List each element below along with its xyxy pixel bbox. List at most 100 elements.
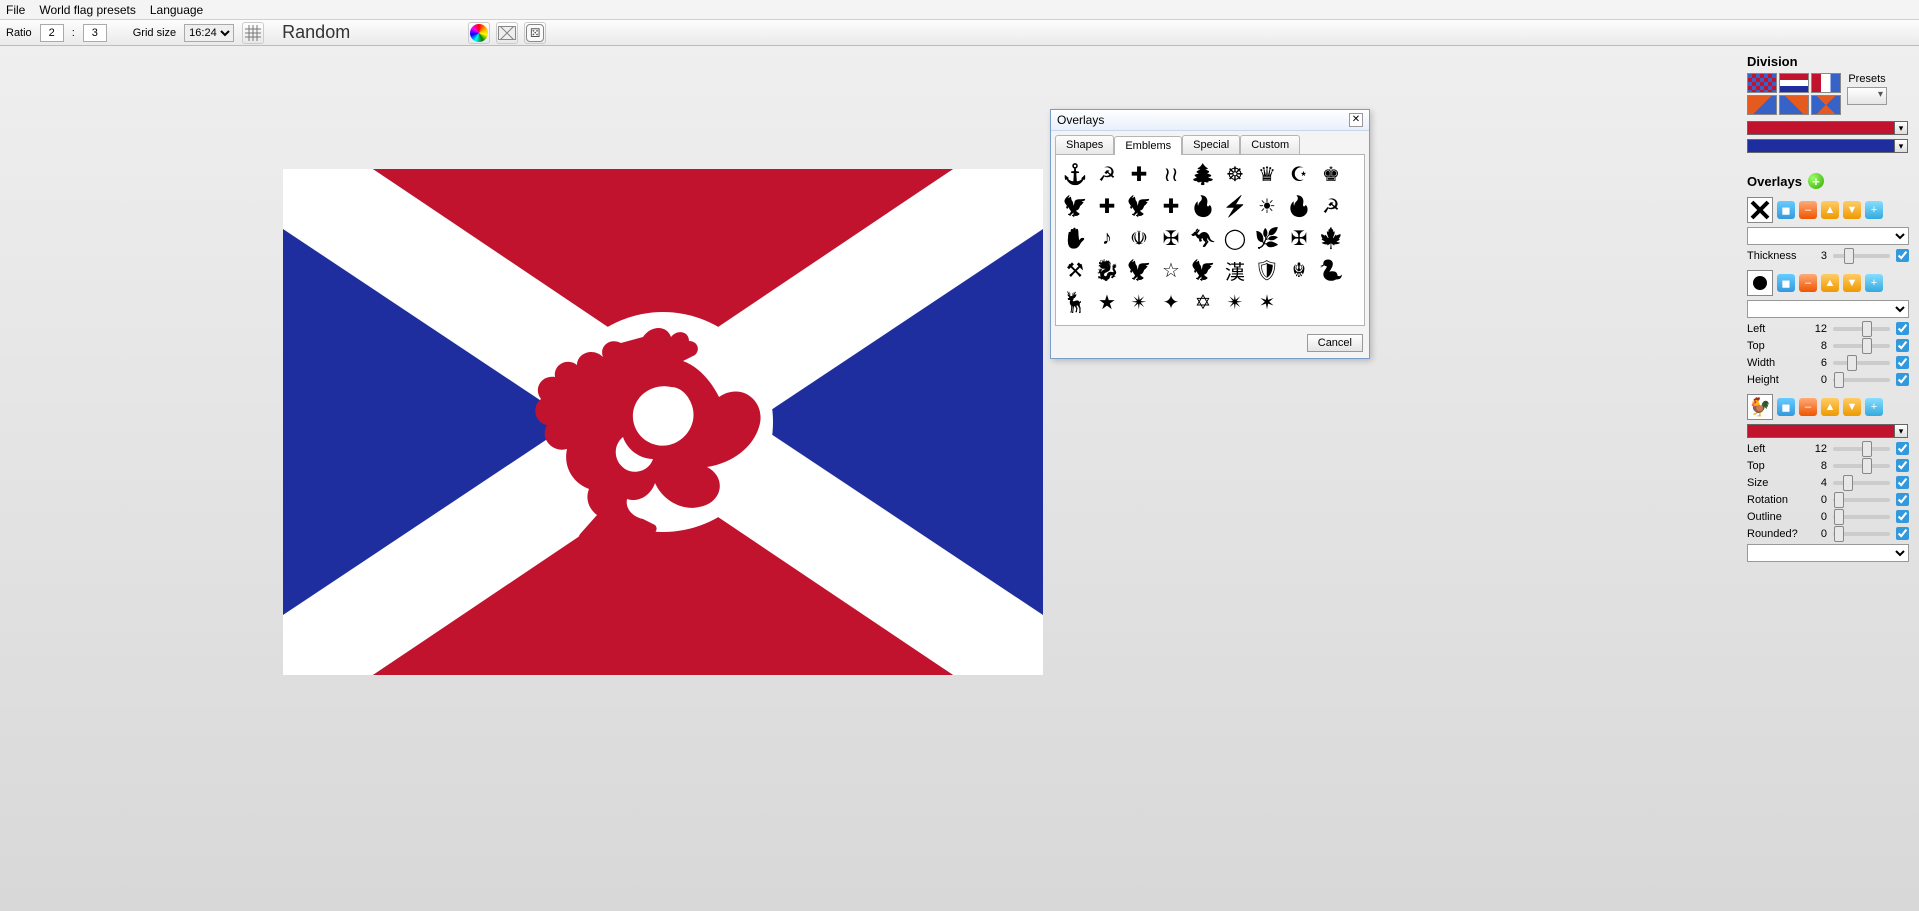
menu-language[interactable]: Language	[150, 3, 203, 17]
prop3-left-slider[interactable]	[1833, 447, 1890, 451]
emblem-harp[interactable]: ♪	[1092, 223, 1122, 253]
overlay-thumb-saltire[interactable]	[1747, 197, 1773, 223]
division-preset-hstripes[interactable]	[1779, 73, 1809, 93]
add-overlay-button[interactable]: +	[1808, 173, 1824, 189]
emblem-eagle-spread[interactable]: 🦅	[1188, 255, 1218, 285]
prop3-rot-slider[interactable]	[1833, 498, 1890, 502]
emblem-shield[interactable]: 🛡	[1252, 255, 1282, 285]
prop-top-check[interactable]	[1896, 339, 1909, 352]
emblem-torch[interactable]: 🔥	[1284, 191, 1314, 221]
prop3-round-check[interactable]	[1896, 527, 1909, 540]
emblem-hand-palm[interactable]: ✋	[1060, 223, 1090, 253]
menu-world-presets[interactable]: World flag presets	[39, 3, 136, 17]
emblem-reichsadler[interactable]: 🦅	[1124, 255, 1154, 285]
emblem-star-outline[interactable]: ☆	[1156, 255, 1186, 285]
overlay-delete-button[interactable]: –	[1799, 201, 1817, 219]
division-color-2[interactable]: ▾	[1747, 139, 1895, 153]
emblem-star-4[interactable]: ✦	[1156, 287, 1186, 317]
emblem-fern[interactable]: 🌿	[1252, 223, 1282, 253]
division-preset-diag2[interactable]	[1779, 95, 1809, 115]
emblem-cross-pattee[interactable]: ✠	[1156, 223, 1186, 253]
emblem-khanda[interactable]: ☬	[1284, 255, 1314, 285]
emblem-star-6[interactable]: ✶	[1252, 287, 1282, 317]
ratio-width-input[interactable]	[40, 24, 64, 42]
overlay-movedown-button[interactable]: ▼	[1843, 398, 1861, 416]
emblem-crown-imperial[interactable]: ♚	[1316, 159, 1346, 189]
prop3-left-check[interactable]	[1896, 442, 1909, 455]
emblem-star-5[interactable]: ★	[1092, 287, 1122, 317]
emblem-eagle-heraldic[interactable]: 🦅	[1060, 191, 1090, 221]
overlay-movedown-button[interactable]: ▼	[1843, 274, 1861, 292]
gridsize-select[interactable]: 16:24	[184, 24, 234, 42]
prop-left-slider[interactable]	[1833, 327, 1890, 331]
emblem-iran-emblem[interactable]: ☫	[1124, 223, 1154, 253]
palette-button[interactable]	[468, 22, 490, 44]
emblem-hammer-sickle[interactable]: ☭	[1092, 159, 1122, 189]
division-color-1[interactable]: ▾	[1747, 121, 1895, 135]
division-preset-saltire[interactable]	[1811, 95, 1841, 115]
emblem-anchor[interactable]: ⚓	[1060, 159, 1090, 189]
emblem-cross-bold[interactable]: ✚	[1092, 191, 1122, 221]
emblem-dragon[interactable]: 🐉	[1092, 255, 1122, 285]
emblem-cjk-text[interactable]: 漢	[1220, 255, 1250, 285]
division-preset-solid[interactable]	[1747, 73, 1777, 93]
overlay-thumb-rooster[interactable]: 🐓	[1747, 394, 1773, 420]
emblem-star-of-david[interactable]: ✡	[1188, 287, 1218, 317]
emblem-maple-leaf[interactable]: 🍁	[1316, 223, 1346, 253]
tab-special[interactable]: Special	[1182, 135, 1240, 154]
emblem-laurel-branches[interactable]: ≀≀	[1156, 159, 1186, 189]
emblem-flame[interactable]: 🔥	[1188, 191, 1218, 221]
prop3-out-slider[interactable]	[1833, 515, 1890, 519]
emblem-hammer-sickle-2[interactable]: ☭	[1316, 191, 1346, 221]
overlay-add-button[interactable]: +	[1865, 274, 1883, 292]
emblem-kangaroo[interactable]: 🦘	[1188, 223, 1218, 253]
overlay-moveup-button[interactable]: ▲	[1821, 201, 1839, 219]
emblem-laurel-wreath[interactable]: ◯	[1220, 223, 1250, 253]
prop3-round-slider[interactable]	[1833, 532, 1890, 536]
prop-width-check[interactable]	[1896, 356, 1909, 369]
prop3-top-check[interactable]	[1896, 459, 1909, 472]
emblem-star-7[interactable]: ✴	[1220, 287, 1250, 317]
emblem-springbok[interactable]: 🦌	[1060, 287, 1090, 317]
prop-left-check[interactable]	[1896, 322, 1909, 335]
thickness-slider[interactable]: .slider::after{left:var(--p,10%)}	[1833, 254, 1890, 258]
overlay-emblem-select[interactable]	[1747, 544, 1909, 562]
popup-cancel-button[interactable]: Cancel	[1307, 334, 1363, 352]
overlay-moveup-button[interactable]: ▲	[1821, 274, 1839, 292]
prop-height-check[interactable]	[1896, 373, 1909, 386]
division-preset-vstripes[interactable]	[1811, 73, 1841, 93]
prop3-size-slider[interactable]	[1833, 481, 1890, 485]
overlay-clone-button[interactable]: ◼	[1777, 201, 1795, 219]
menu-file[interactable]: File	[6, 3, 25, 17]
emblem-lightning-bolt[interactable]: ⚡	[1220, 191, 1250, 221]
presets-combo[interactable]	[1847, 87, 1887, 105]
overlay-delete-button[interactable]: –	[1799, 274, 1817, 292]
emblem-pickaxe-cross[interactable]: ⚒	[1060, 255, 1090, 285]
emblem-snake[interactable]: 🐍	[1316, 255, 1346, 285]
ratio-height-input[interactable]	[83, 24, 107, 42]
overlay-clone-button[interactable]: ◼	[1777, 274, 1795, 292]
emblem-eagle-emblem[interactable]: 🦅	[1124, 191, 1154, 221]
prop3-rot-check[interactable]	[1896, 493, 1909, 506]
overlay-thumb-disc[interactable]	[1747, 270, 1773, 296]
emblem-cedar-tree[interactable]: 🌲	[1188, 159, 1218, 189]
grid-toggle-button[interactable]	[242, 22, 264, 44]
overlay-emblem-color[interactable]: ▾	[1747, 424, 1895, 438]
emblem-iron-cross[interactable]: ✚	[1124, 159, 1154, 189]
tab-shapes[interactable]: Shapes	[1055, 135, 1114, 154]
overlay-clone-button[interactable]: ◼	[1777, 398, 1795, 416]
overlay-delete-button[interactable]: –	[1799, 398, 1817, 416]
emblem-crown-royal[interactable]: ♛	[1252, 159, 1282, 189]
export-button[interactable]	[496, 22, 518, 44]
flag-canvas[interactable]	[283, 169, 1043, 675]
prop-top-slider[interactable]	[1833, 344, 1890, 348]
emblem-sun-rays[interactable]: ☀	[1252, 191, 1282, 221]
emblem-cross-plain[interactable]: ✚	[1156, 191, 1186, 221]
overlay-add-button[interactable]: +	[1865, 398, 1883, 416]
prop-width-slider[interactable]	[1833, 361, 1890, 365]
emblem-star-8[interactable]: ✴	[1124, 287, 1154, 317]
prop3-out-check[interactable]	[1896, 510, 1909, 523]
randomize-button[interactable]	[524, 22, 546, 44]
overlay-movedown-button[interactable]: ▼	[1843, 201, 1861, 219]
prop3-top-slider[interactable]	[1833, 464, 1890, 468]
